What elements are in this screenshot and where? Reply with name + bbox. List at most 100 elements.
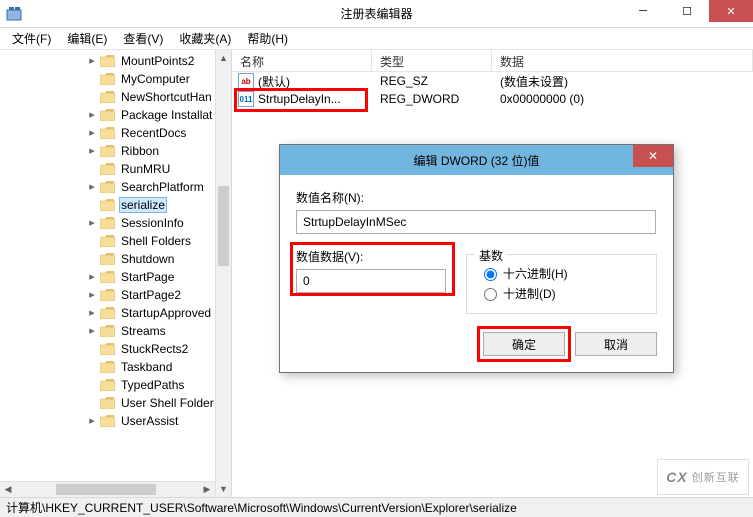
radio-dec[interactable]: 十进制(D)	[479, 283, 644, 303]
tree-item[interactable]: ▸SearchPlatform	[0, 178, 231, 196]
expand-icon[interactable]: ▸	[86, 146, 98, 157]
close-button[interactable]: ✕	[709, 0, 753, 22]
tree-item-label: RunMRU	[119, 162, 172, 176]
folder-icon	[100, 109, 115, 121]
tree-v-scrollbar[interactable]: ▲ ▼	[215, 50, 231, 497]
scroll-right-button[interactable]: ▶	[199, 482, 215, 497]
tree-item-label: MyComputer	[119, 72, 192, 86]
tree-h-scrollbar[interactable]: ◀ ▶	[0, 481, 215, 497]
value-data: (数值未设置)	[492, 73, 753, 90]
cancel-button[interactable]: 取消	[575, 332, 657, 356]
scroll-up-button[interactable]: ▲	[216, 50, 231, 66]
minimize-button[interactable]: ─	[621, 0, 665, 22]
tree-item[interactable]: NewShortcutHan	[0, 88, 231, 106]
menu-view[interactable]: 查看(V)	[115, 28, 171, 49]
dialog-body: 数值名称(N): 数值数据(V): 基数 十六进制(H) 十进制(D)	[280, 175, 673, 372]
tree-item-label: Ribbon	[119, 144, 161, 158]
scroll-down-button[interactable]: ▼	[216, 481, 231, 497]
list-row[interactable]: 011StrtupDelayIn...REG_DWORD0x00000000 (…	[232, 90, 753, 108]
tree-item[interactable]: ▸ RecentDocs	[0, 124, 231, 142]
tree-item-label: RecentDocs	[119, 126, 188, 140]
expand-icon[interactable]: ▸	[86, 308, 98, 319]
tree-item[interactable]: StuckRects2	[0, 340, 231, 358]
folder-icon	[100, 145, 115, 157]
tree-item[interactable]: User Shell Folder	[0, 394, 231, 412]
radio-hex-input[interactable]	[484, 268, 497, 281]
folder-icon	[100, 289, 115, 301]
tree-item[interactable]: Shell Folders	[0, 232, 231, 250]
tree-item[interactable]: ▸Streams	[0, 322, 231, 340]
folder-icon	[100, 307, 115, 319]
tree-item-label: StartupApproved	[119, 306, 213, 320]
folder-icon	[100, 253, 115, 265]
folder-icon	[100, 55, 115, 67]
menu-file[interactable]: 文件(F)	[4, 28, 59, 49]
expand-icon[interactable]: ▸	[86, 272, 98, 283]
scroll-v-track[interactable]	[216, 66, 231, 481]
dialog-titlebar[interactable]: 编辑 DWORD (32 位)值 ✕	[280, 145, 673, 175]
scroll-h-thumb[interactable]	[56, 484, 156, 495]
expand-icon[interactable]: ▸	[86, 290, 98, 301]
value-type: REG_SZ	[372, 74, 492, 88]
expand-icon[interactable]: ▸	[86, 218, 98, 229]
expand-icon[interactable]: ▸	[86, 182, 98, 193]
scroll-v-thumb[interactable]	[218, 186, 229, 266]
tree-item[interactable]: ▸StartPage2	[0, 286, 231, 304]
folder-icon	[100, 415, 115, 427]
scroll-left-button[interactable]: ◀	[0, 482, 16, 497]
value-data: 0x00000000 (0)	[492, 92, 753, 106]
radio-dec-label: 十进制(D)	[503, 285, 556, 302]
tree-item-label: serialize	[119, 197, 167, 213]
expand-icon[interactable]: ▸	[86, 110, 98, 121]
string-value-icon: ab	[238, 73, 254, 89]
tree-item[interactable]: ▸ Ribbon	[0, 142, 231, 160]
tree-item[interactable]: Taskband	[0, 358, 231, 376]
col-name-header[interactable]: 名称	[232, 50, 372, 71]
tree-item-label: Shell Folders	[119, 234, 193, 248]
tree-item[interactable]: ▸ MountPoints2	[0, 52, 231, 70]
value-name: (默认)	[258, 73, 290, 90]
expand-icon[interactable]: ▸	[86, 416, 98, 427]
tree-item[interactable]: serialize	[0, 196, 231, 214]
tree-item[interactable]: ▸UserAssist	[0, 412, 231, 430]
expand-icon[interactable]: ▸	[86, 128, 98, 139]
tree-item-label: TypedPaths	[119, 378, 186, 392]
base-fieldset: 基数 十六进制(H) 十进制(D)	[466, 254, 657, 314]
edit-dword-dialog: 编辑 DWORD (32 位)值 ✕ 数值名称(N): 数值数据(V): 基数 …	[279, 144, 674, 373]
value-name-input[interactable]	[296, 210, 656, 234]
tree-item[interactable]: ▸SessionInfo	[0, 214, 231, 232]
window-controls: ─ ☐ ✕	[621, 0, 753, 22]
menu-favorites[interactable]: 收藏夹(A)	[171, 28, 239, 49]
tree-item-label: NewShortcutHan	[119, 90, 214, 104]
folder-icon	[100, 235, 115, 247]
ok-button[interactable]: 确定	[483, 332, 565, 356]
maximize-button[interactable]: ☐	[665, 0, 709, 22]
radio-dec-input[interactable]	[484, 288, 497, 301]
value-data-input[interactable]	[296, 269, 446, 293]
tree-item[interactable]: ▸ StartupApproved	[0, 304, 231, 322]
scroll-h-track[interactable]	[16, 482, 199, 497]
folder-icon	[100, 181, 115, 193]
col-type-header[interactable]: 类型	[372, 50, 492, 71]
expand-icon[interactable]: ▸	[86, 326, 98, 337]
tree-item-label: MountPoints2	[119, 54, 196, 68]
dialog-close-button[interactable]: ✕	[633, 145, 673, 167]
tree-item[interactable]: ▸Package Installat	[0, 106, 231, 124]
tree-item[interactable]: TypedPaths	[0, 376, 231, 394]
tree-item-label: Taskband	[119, 360, 174, 374]
folder-icon	[100, 199, 115, 211]
col-data-header[interactable]: 数据	[492, 50, 753, 71]
tree-item[interactable]: Shutdown	[0, 250, 231, 268]
value-name: StrtupDelayIn...	[258, 92, 341, 106]
menu-edit[interactable]: 编辑(E)	[59, 28, 115, 49]
menu-help[interactable]: 帮助(H)	[239, 28, 296, 49]
radio-hex[interactable]: 十六进制(H)	[479, 263, 644, 283]
tree-item[interactable]: RunMRU	[0, 160, 231, 178]
tree-item-label: User Shell Folder	[119, 396, 216, 410]
list-row[interactable]: ab(默认) REG_SZ(数值未设置)	[232, 72, 753, 90]
status-bar: 计算机\HKEY_CURRENT_USER\Software\Microsoft…	[0, 497, 753, 517]
expand-icon[interactable]: ▸	[86, 56, 98, 67]
tree-item[interactable]: MyComputer	[0, 70, 231, 88]
status-path: 计算机\HKEY_CURRENT_USER\Software\Microsoft…	[6, 499, 517, 516]
tree-item[interactable]: ▸StartPage	[0, 268, 231, 286]
